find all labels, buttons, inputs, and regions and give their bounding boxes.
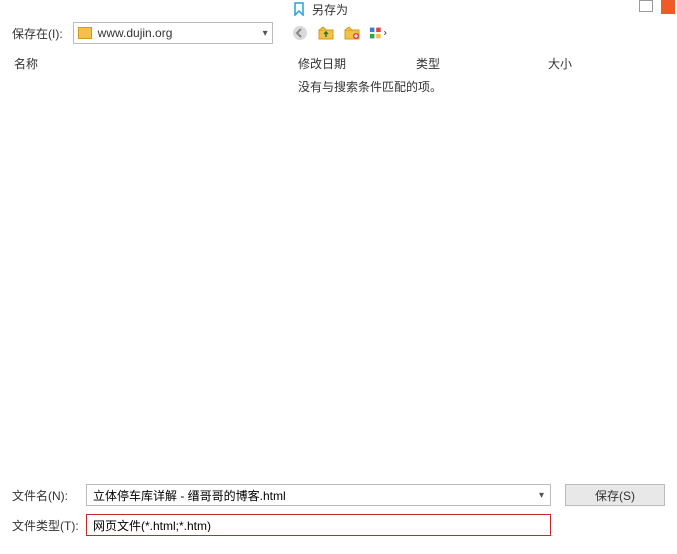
chevron-down-icon[interactable]: ▾ <box>539 490 544 501</box>
view-mode-icon[interactable] <box>369 24 387 42</box>
new-folder-icon[interactable] <box>343 24 361 42</box>
empty-message: 没有与搜索条件匹配的项。 <box>298 78 442 95</box>
maximize-button[interactable] <box>639 0 653 12</box>
bookmark-icon <box>292 2 306 16</box>
column-date[interactable]: 修改日期 <box>298 55 416 72</box>
save-button-label: 保存(S) <box>595 487 635 504</box>
folder-icon <box>78 27 92 39</box>
chevron-down-icon: ▾ <box>263 28 268 39</box>
filetype-input[interactable] <box>93 518 544 532</box>
filetype-field[interactable] <box>86 514 551 536</box>
save-in-dropdown[interactable]: www.dujin.org ▾ <box>73 22 273 44</box>
column-type[interactable]: 类型 <box>416 55 548 72</box>
location-row: 保存在(I): www.dujin.org ▾ <box>0 20 677 46</box>
column-size[interactable]: 大小 <box>548 55 628 72</box>
filename-input[interactable] <box>93 488 535 502</box>
save-in-label: 保存在(I): <box>12 25 63 42</box>
up-folder-icon[interactable] <box>317 24 335 42</box>
filename-field[interactable]: ▾ <box>86 484 551 506</box>
back-icon[interactable] <box>291 24 309 42</box>
save-in-value: www.dujin.org <box>98 26 263 40</box>
file-list-header: 名称 修改日期 类型 大小 <box>0 52 677 74</box>
dialog-title: 另存为 <box>312 1 348 18</box>
filetype-label: 文件类型(T): <box>12 517 86 534</box>
bottom-form: 文件名(N): ▾ 保存(S) 文件类型(T): <box>0 478 677 554</box>
close-button[interactable] <box>661 0 675 14</box>
save-button[interactable]: 保存(S) <box>565 484 665 506</box>
column-name[interactable]: 名称 <box>14 55 298 72</box>
file-list[interactable]: 没有与搜索条件匹配的项。 <box>0 74 677 472</box>
title-bar: 另存为 <box>0 0 677 18</box>
filename-label: 文件名(N): <box>12 487 86 504</box>
